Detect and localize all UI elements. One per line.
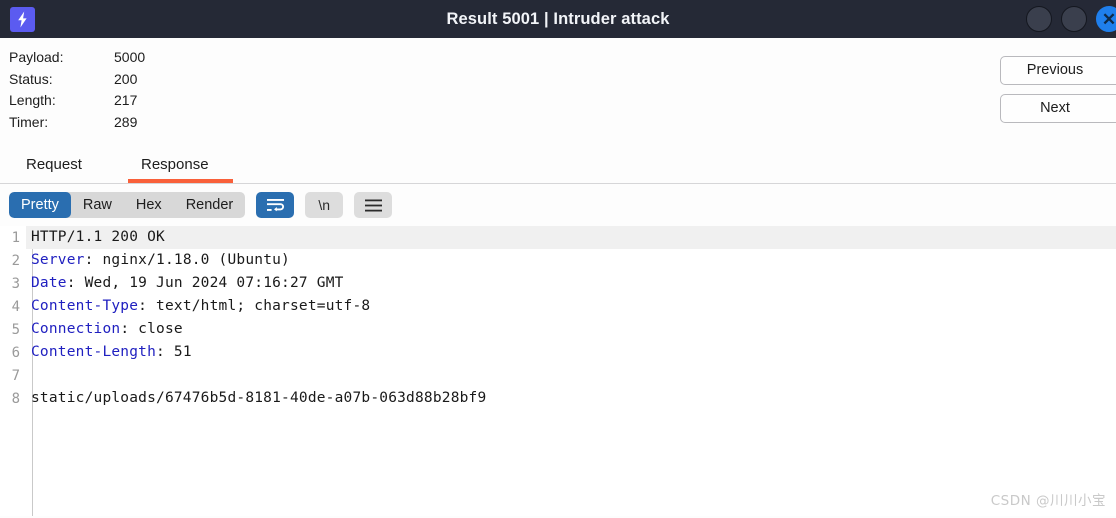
line-number: 1 [11,229,20,246]
table-row: Status: 200 [9,70,145,92]
code-line-text: Connection: close [26,318,1116,341]
list-item: 4 Content-Type: text/html; charset=utf-8 [0,295,1116,318]
header-value: : 51 [156,344,192,360]
previous-button[interactable]: Previous [1000,56,1116,85]
csdn-watermark: CSDN @川川小宝 [990,493,1106,509]
header-value: : nginx/1.18.0 (Ubuntu) [84,252,290,268]
status-label: Status: [9,70,53,87]
list-item: 5 Connection: close [0,318,1116,341]
newline-toggle-button[interactable]: \n [305,192,344,218]
code-line-text: Server: nginx/1.18.0 (Ubuntu) [26,249,1116,272]
list-item: 6 Content-Length: 51 [0,341,1116,364]
code-line-text: Content-Length: 51 [26,341,1116,364]
header-name: Date [31,275,67,291]
view-pretty-button[interactable]: Pretty [9,192,71,218]
title-bar: Result 5001 | Intruder attack ✕ [0,0,1116,38]
result-meta-table: Payload: 5000 Status: 200 Length: 217 Ti… [9,48,145,134]
line-number: 7 [11,367,20,384]
code-line-text: Content-Type: text/html; charset=utf-8 [26,295,1116,318]
minimize-button[interactable] [1026,6,1052,32]
navigation-buttons: Previous Next [1000,56,1116,123]
list-item: 3 Date: Wed, 19 Jun 2024 07:16:27 GMT [0,272,1116,295]
table-row: Timer: 289 [9,113,145,135]
table-row: Payload: 5000 [9,48,145,70]
code-line-text: HTTP/1.1 200 OK [26,226,1116,249]
header-value: HTTP/1.1 200 OK [31,229,165,245]
line-number: 4 [11,298,20,315]
payload-value: 5000 [114,49,146,65]
window-controls: ✕ [1026,0,1116,38]
list-item: 8 static/uploads/67476b5d-8181-40de-a07b… [0,387,1116,410]
list-item: 1 HTTP/1.1 200 OK [0,226,1116,249]
result-window: Result 5001 | Intruder attack ✕ Payload:… [0,0,1116,518]
length-label: Length: [9,92,56,108]
view-mode-group: Pretty Raw Hex Render [9,192,246,218]
list-item: 2 Server: nginx/1.18.0 (Ubuntu) [0,249,1116,272]
status-value: 200 [114,70,138,87]
payload-label: Payload: [9,49,64,65]
hamburger-menu-icon[interactable] [354,192,393,218]
view-hex-button[interactable]: Hex [124,192,174,218]
header-name: Connection [31,321,121,337]
active-tab-indicator [128,179,233,183]
code-line-text: Date: Wed, 19 Jun 2024 07:16:27 GMT [26,272,1116,295]
length-value: 217 [114,92,138,108]
result-meta-panel: Payload: 5000 Status: 200 Length: 217 Ti… [0,38,1116,150]
timer-label: Timer: [9,113,49,130]
line-number: 6 [11,344,20,361]
line-number: 5 [11,321,20,338]
message-tabs: Request Response [0,150,1116,184]
header-value: : text/html; charset=utf-8 [138,298,371,314]
header-name: Content-Type [31,298,139,314]
response-toolbar: Pretty Raw Hex Render \n [0,184,1116,226]
response-editor[interactable]: 1 HTTP/1.1 200 OK 2 Server: nginx/1.18.0… [0,226,1116,516]
timer-value: 289 [114,113,138,130]
table-row: Length: 217 [9,91,145,113]
window-title: Result 5001 | Intruder attack [446,9,670,28]
next-button[interactable]: Next [1000,94,1116,123]
view-raw-button[interactable]: Raw [71,192,124,218]
header-value: : close [120,321,183,337]
close-button[interactable]: ✕ [1096,6,1116,32]
word-wrap-icon[interactable] [256,192,295,218]
line-number: 8 [11,390,20,407]
list-item: 7 [0,364,1116,387]
line-number: 2 [11,252,20,269]
tab-response[interactable]: Response [137,150,213,180]
line-number: 3 [11,275,20,292]
header-name: Server [31,252,85,268]
maximize-button[interactable] [1061,6,1087,32]
header-name: Content-Length [31,344,157,360]
view-render-button[interactable]: Render [174,192,246,218]
header-value: : Wed, 19 Jun 2024 07:16:27 GMT [66,275,344,291]
tab-request[interactable]: Request [22,150,86,180]
body-text: static/uploads/67476b5d-8181-40de-a07b-0… [31,390,487,406]
code-line-text: static/uploads/67476b5d-8181-40de-a07b-0… [26,387,1116,410]
